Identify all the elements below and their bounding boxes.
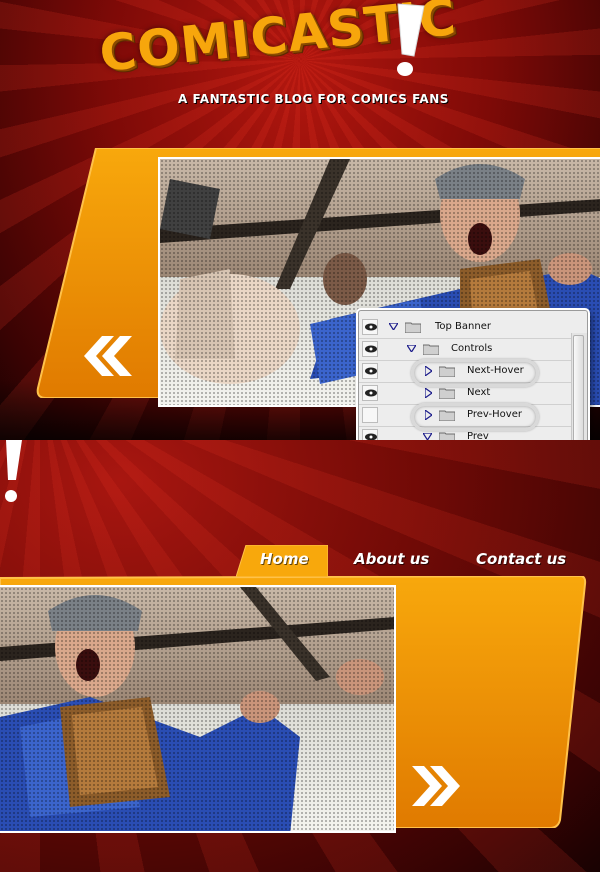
layer-name: Controls <box>451 343 493 354</box>
double-chevron-left-icon[interactable] <box>80 336 134 376</box>
highlight-ring-prev-hover <box>411 403 539 431</box>
site-tagline: A FANTASTIC BLOG FOR COMICS FANS <box>178 92 449 106</box>
expand-triangle-icon[interactable] <box>407 345 416 352</box>
highlight-ring-next-hover <box>411 359 539 387</box>
layer-name: Next <box>467 387 491 398</box>
layer-row-controls[interactable]: Controls <box>359 339 571 361</box>
exclamation-icon <box>5 440 22 502</box>
visibility-eye-icon[interactable] <box>362 341 378 357</box>
visibility-eye-icon[interactable] <box>362 385 378 401</box>
layer-row-top-banner[interactable]: Top Banner <box>359 317 571 339</box>
expand-triangle-icon[interactable] <box>389 323 398 330</box>
visibility-eye-icon[interactable] <box>362 363 378 379</box>
nav-about-us[interactable]: About us <box>354 550 429 568</box>
visibility-toggle-off[interactable] <box>362 407 378 423</box>
layer-name: Top Banner <box>435 321 491 332</box>
folder-icon <box>439 388 455 399</box>
nav-home[interactable]: Home <box>260 550 309 568</box>
folder-icon <box>423 344 439 355</box>
expand-triangle-icon[interactable] <box>423 433 432 440</box>
slider-photo <box>0 585 396 833</box>
nav-contact-us[interactable]: Contact us <box>476 550 566 568</box>
collapsed-triangle-icon[interactable] <box>425 388 432 398</box>
double-chevron-right-icon[interactable] <box>410 766 464 806</box>
visibility-eye-icon[interactable] <box>362 319 378 335</box>
exclamation-icon <box>397 3 425 76</box>
folder-icon <box>405 322 421 333</box>
